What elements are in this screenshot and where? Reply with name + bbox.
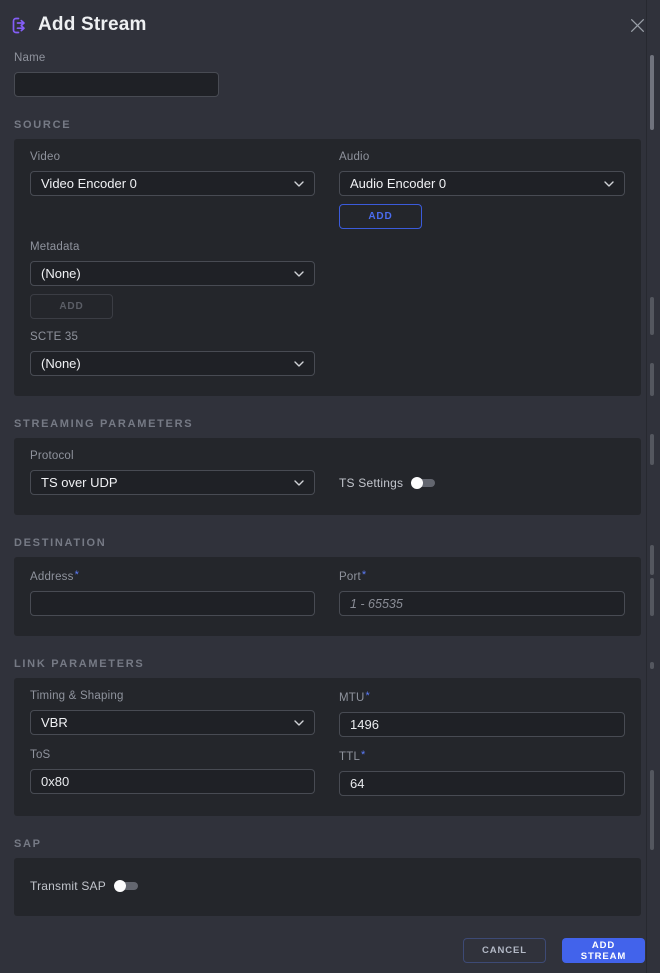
transmit-sap-label: Transmit SAP bbox=[30, 879, 106, 893]
transmit-sap-toggle[interactable] bbox=[114, 880, 138, 892]
scroll-mark bbox=[650, 297, 654, 335]
streaming-section-title: STREAMING PARAMETERS bbox=[14, 418, 660, 430]
link-section-title: LINK PARAMETERS bbox=[14, 658, 660, 670]
name-field: Name bbox=[14, 52, 641, 97]
dialog-footer: CANCEL ADD STREAM bbox=[0, 938, 660, 963]
video-field: Video Video Encoder 0 bbox=[30, 151, 315, 196]
tos-field: ToS bbox=[30, 749, 315, 794]
destination-panel: Address* Port* bbox=[14, 557, 641, 636]
scroll-mark bbox=[650, 545, 654, 575]
scte35-select-value: (None) bbox=[41, 356, 81, 371]
metadata-select[interactable]: (None) bbox=[30, 261, 315, 286]
timing-shaping-label: Timing & Shaping bbox=[30, 690, 315, 703]
metadata-select-value: (None) bbox=[41, 266, 81, 281]
mtu-input[interactable] bbox=[339, 712, 625, 737]
chevron-down-icon bbox=[604, 181, 614, 187]
required-asterisk: * bbox=[361, 749, 365, 761]
metadata-label: Metadata bbox=[30, 241, 315, 254]
dialog-title: Add Stream bbox=[38, 14, 147, 36]
add-stream-icon bbox=[8, 14, 30, 36]
ts-settings-toggle[interactable] bbox=[411, 477, 435, 489]
audio-select-value: Audio Encoder 0 bbox=[350, 176, 446, 191]
mtu-field: MTU* bbox=[339, 690, 625, 737]
address-label: Address* bbox=[30, 569, 315, 584]
destination-section-title: DESTINATION bbox=[14, 537, 660, 549]
scte35-select[interactable]: (None) bbox=[30, 351, 315, 376]
panel-edge-divider bbox=[646, 0, 647, 973]
name-input[interactable] bbox=[14, 72, 219, 97]
tos-input[interactable] bbox=[30, 769, 315, 794]
mtu-label: MTU* bbox=[339, 690, 625, 705]
chevron-down-icon bbox=[294, 271, 304, 277]
ts-settings-label: TS Settings bbox=[339, 476, 403, 490]
port-input[interactable] bbox=[339, 591, 625, 616]
source-section-title: SOURCE bbox=[14, 119, 660, 131]
ttl-label: TTL* bbox=[339, 749, 625, 764]
audio-field: Audio Audio Encoder 0 ADD bbox=[339, 151, 625, 229]
metadata-add-button[interactable]: ADD bbox=[30, 294, 113, 319]
protocol-select[interactable]: TS over UDP bbox=[30, 470, 315, 495]
scte35-field: SCTE 35 (None) bbox=[30, 331, 315, 376]
ttl-field: TTL* bbox=[339, 749, 625, 796]
scroll-mark bbox=[650, 363, 654, 396]
toggle-knob bbox=[411, 477, 423, 489]
add-stream-button[interactable]: ADD STREAM bbox=[562, 938, 645, 963]
ts-settings-field: TS Settings bbox=[339, 470, 625, 495]
video-select-value: Video Encoder 0 bbox=[41, 176, 137, 191]
metadata-field: Metadata (None) ADD bbox=[30, 241, 315, 319]
video-label: Video bbox=[30, 151, 315, 164]
close-icon[interactable] bbox=[626, 14, 648, 36]
scroll-mark bbox=[650, 578, 654, 616]
chevron-down-icon bbox=[294, 480, 304, 486]
source-panel: Video Video Encoder 0 Audio Audio Encode… bbox=[14, 139, 641, 396]
tos-label: ToS bbox=[30, 749, 315, 762]
timing-shaping-select-value: VBR bbox=[41, 715, 68, 730]
scroll-mark bbox=[650, 662, 654, 669]
chevron-down-icon bbox=[294, 720, 304, 726]
cancel-button[interactable]: CANCEL bbox=[463, 938, 546, 963]
port-field: Port* bbox=[339, 569, 625, 616]
timing-shaping-field: Timing & Shaping VBR bbox=[30, 690, 315, 735]
sap-section-title: SAP bbox=[14, 838, 660, 850]
protocol-select-value: TS over UDP bbox=[41, 475, 118, 490]
required-asterisk: * bbox=[366, 690, 370, 702]
audio-select[interactable]: Audio Encoder 0 bbox=[339, 171, 625, 196]
required-asterisk: * bbox=[362, 569, 366, 581]
transmit-sap-field: Transmit SAP bbox=[30, 879, 625, 893]
name-label: Name bbox=[14, 52, 641, 65]
streaming-panel: Protocol TS over UDP TS Settings bbox=[14, 438, 641, 515]
scrollbar-thumb[interactable] bbox=[650, 55, 654, 130]
timing-shaping-select[interactable]: VBR bbox=[30, 710, 315, 735]
scroll-mark bbox=[650, 434, 654, 465]
port-label: Port* bbox=[339, 569, 625, 584]
dialog-header: Add Stream bbox=[0, 0, 660, 38]
address-input[interactable] bbox=[30, 591, 315, 616]
chevron-down-icon bbox=[294, 361, 304, 367]
scte35-label: SCTE 35 bbox=[30, 331, 315, 344]
video-select[interactable]: Video Encoder 0 bbox=[30, 171, 315, 196]
sap-panel: Transmit SAP bbox=[14, 858, 641, 916]
link-panel: Timing & Shaping VBR MTU* ToS TTL* bbox=[14, 678, 641, 816]
required-asterisk: * bbox=[75, 569, 79, 581]
ttl-input[interactable] bbox=[339, 771, 625, 796]
toggle-knob bbox=[114, 880, 126, 892]
chevron-down-icon bbox=[294, 181, 304, 187]
audio-label: Audio bbox=[339, 151, 625, 164]
protocol-field: Protocol TS over UDP bbox=[30, 450, 315, 495]
address-field: Address* bbox=[30, 569, 315, 616]
protocol-label: Protocol bbox=[30, 450, 315, 463]
scroll-mark bbox=[650, 770, 654, 850]
audio-add-button[interactable]: ADD bbox=[339, 204, 422, 229]
